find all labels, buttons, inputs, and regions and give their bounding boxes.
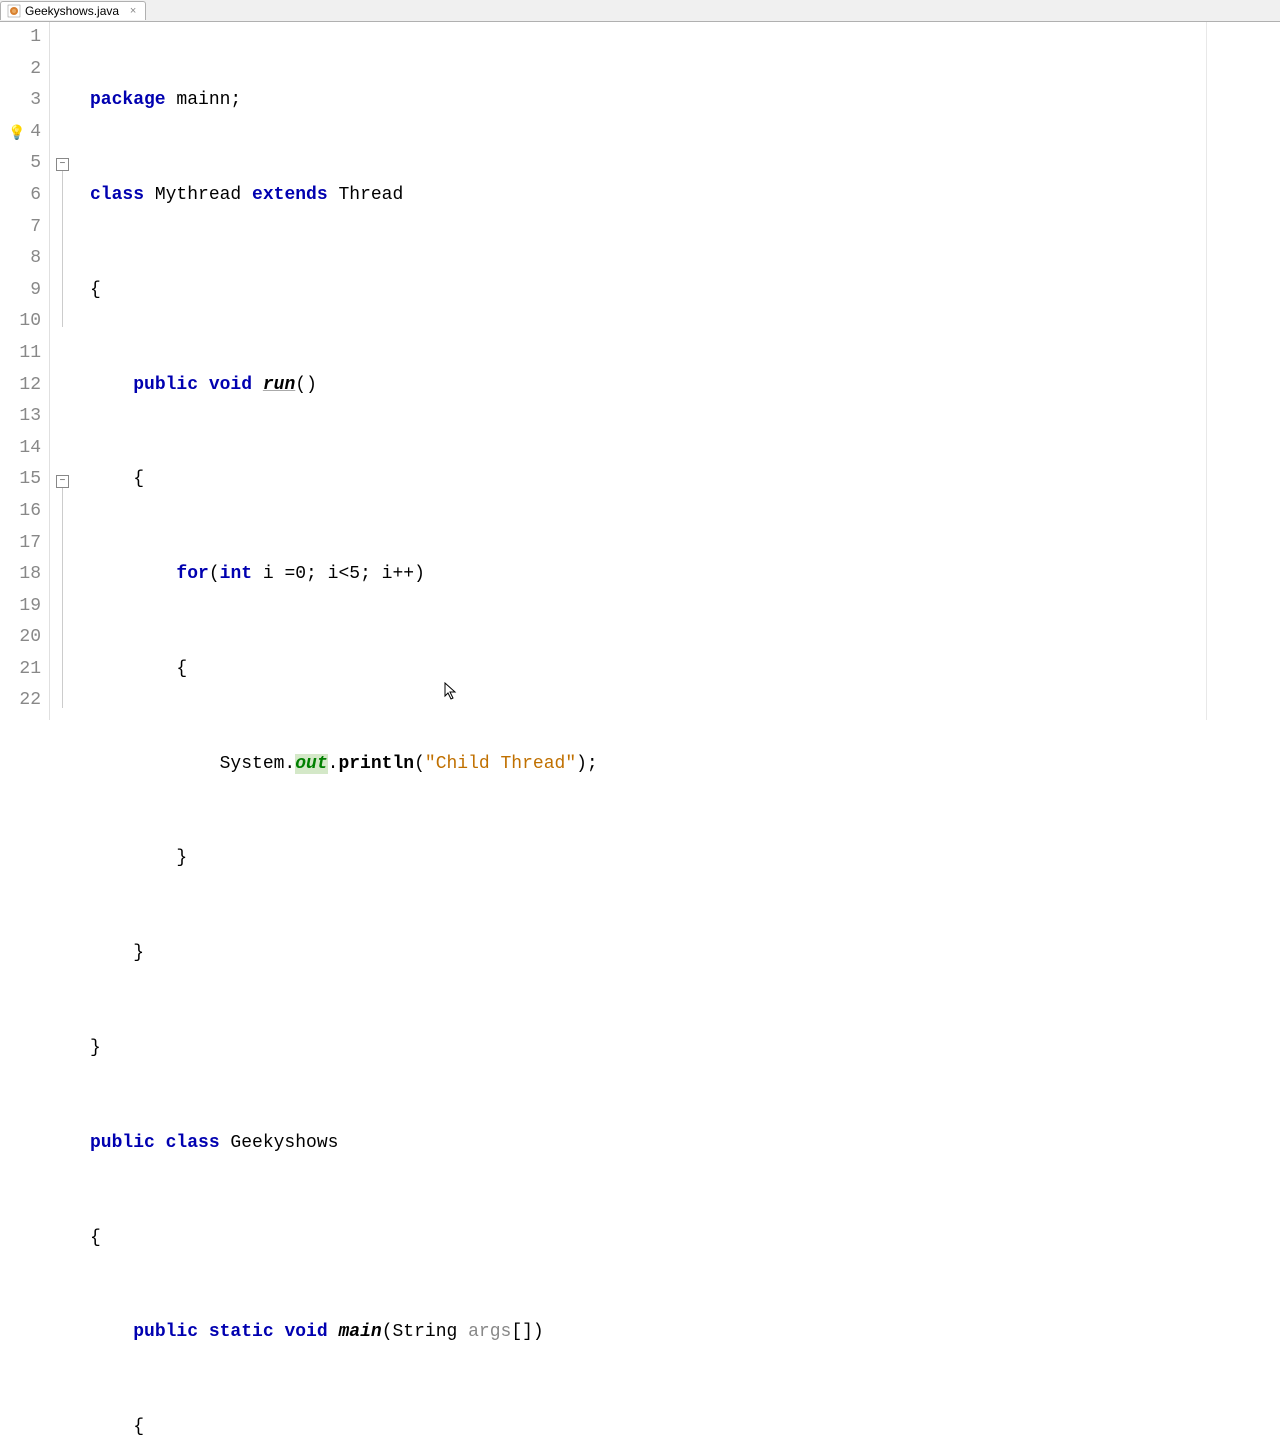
line-number: 21 <box>0 654 41 686</box>
code-editor[interactable]: 1 2 3 4 5 6 7 8 9 10 11 12 13 14 15 16 1… <box>0 22 1280 720</box>
java-file-icon <box>7 4 21 18</box>
line-number: 18 <box>0 559 41 591</box>
tab-close-icon[interactable]: × <box>127 5 139 17</box>
line-number: 15 <box>0 464 41 496</box>
fold-line <box>62 171 63 327</box>
line-number: 17 <box>0 528 41 560</box>
line-number: 22 <box>0 685 41 717</box>
line-number: 9 <box>0 275 41 307</box>
line-number: 7 <box>0 212 41 244</box>
lightbulb-icon[interactable]: 💡 <box>8 125 26 143</box>
tab-bar: Geekyshows.java × <box>0 0 1280 22</box>
line-number: 5 <box>0 148 41 180</box>
line-number: 2 <box>0 54 41 86</box>
line-number: 3 <box>0 85 41 117</box>
line-number: 16 <box>0 496 41 528</box>
fold-gutter: 💡 − − <box>50 22 78 720</box>
code-area[interactable]: package mainn; class Mythread extends Th… <box>78 22 1280 720</box>
line-number: 1 <box>0 22 41 54</box>
line-number: 10 <box>0 306 41 338</box>
right-margin-line <box>1206 22 1207 720</box>
line-number: 6 <box>0 180 41 212</box>
line-number: 20 <box>0 622 41 654</box>
fold-line <box>62 488 63 708</box>
line-number: 12 <box>0 370 41 402</box>
line-number: 19 <box>0 591 41 623</box>
tab-filename: Geekyshows.java <box>25 4 119 18</box>
line-number: 14 <box>0 433 41 465</box>
fold-toggle[interactable]: − <box>56 475 69 488</box>
line-number: 11 <box>0 338 41 370</box>
fold-toggle[interactable]: − <box>56 158 69 171</box>
line-number: 13 <box>0 401 41 433</box>
line-number: 8 <box>0 243 41 275</box>
file-tab[interactable]: Geekyshows.java × <box>0 1 146 20</box>
